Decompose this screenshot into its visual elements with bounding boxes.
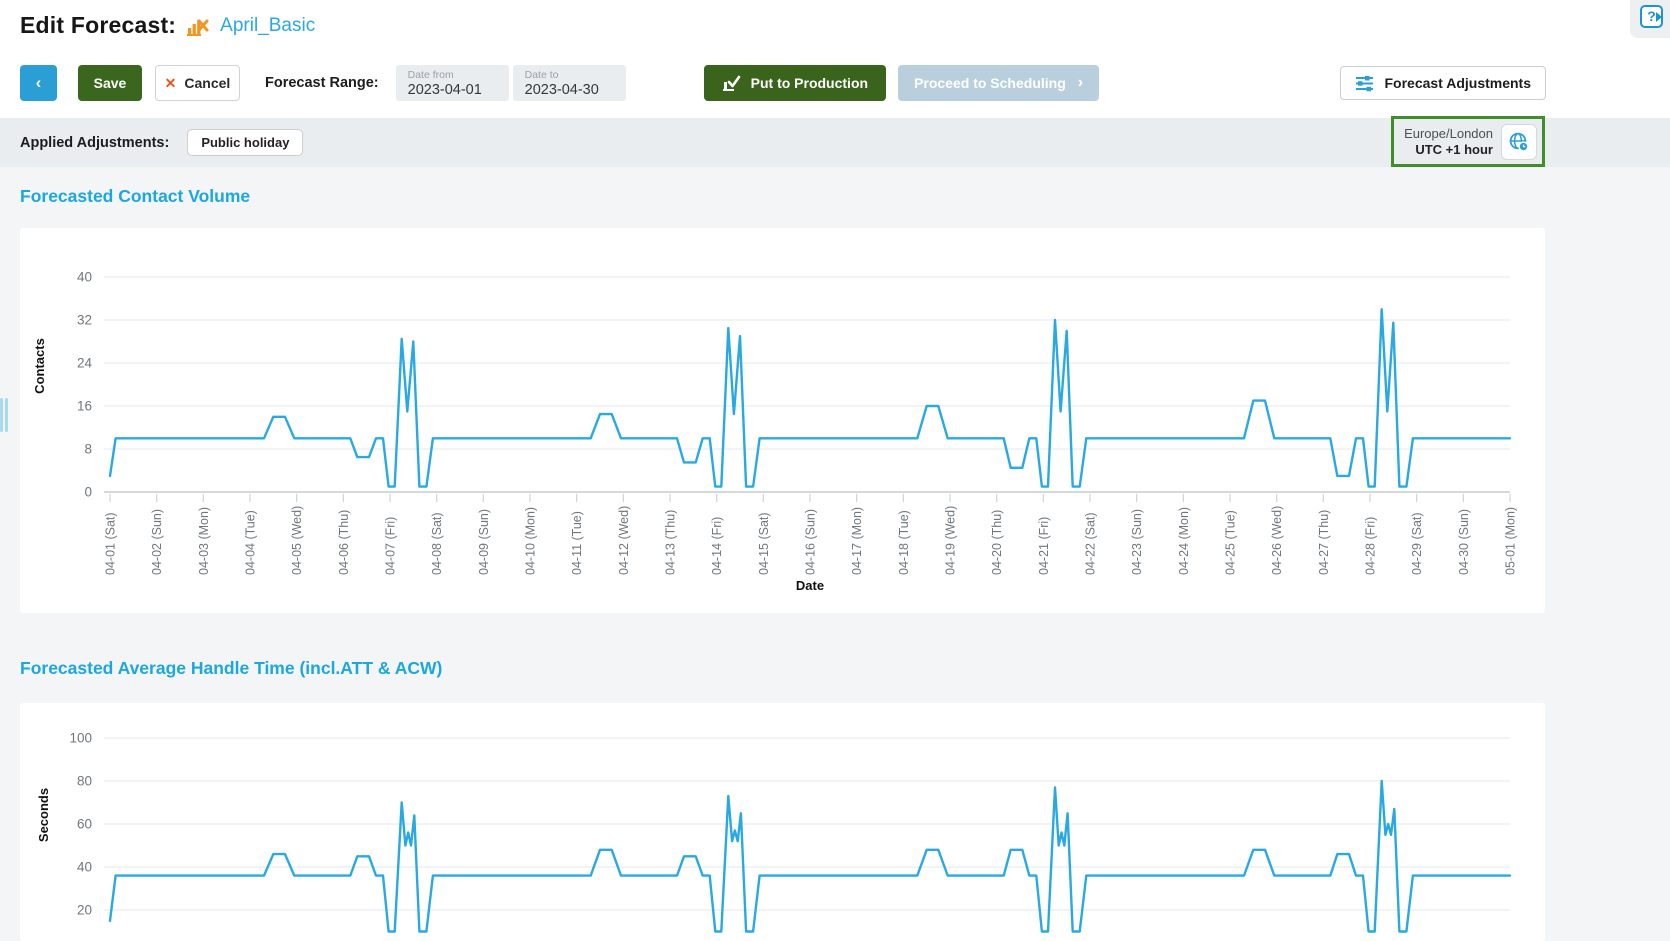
- x-tick-label: 04-18 (Tue): [897, 510, 911, 575]
- help-button[interactable]: ?: [1640, 5, 1663, 28]
- x-tick-label: 04-26 (Wed): [1270, 506, 1284, 575]
- y-tick-label: 0: [84, 485, 92, 500]
- put-to-production-button[interactable]: Put to Production: [704, 65, 886, 101]
- section-title-handle-time: Forecasted Average Handle Time (incl.ATT…: [20, 658, 442, 679]
- y-tick-label: 24: [77, 356, 93, 371]
- put-to-production-label: Put to Production: [751, 75, 868, 91]
- toolbar: ‹ Save ✕ Cancel Forecast Range: Date fro…: [20, 65, 1099, 101]
- y-axis-title: Contacts: [32, 338, 47, 394]
- x-axis-title: Date: [796, 578, 824, 593]
- timezone-box: Europe/London UTC +1 hour: [1391, 116, 1545, 167]
- x-tick-label: 04-22 (Sat): [1084, 512, 1098, 575]
- timezone-globe-button[interactable]: [1501, 124, 1537, 160]
- date-from-field[interactable]: Date from 2023-04-01: [396, 65, 509, 101]
- forecast-range-label: Forecast Range:: [265, 75, 379, 91]
- x-tick-label: 04-29 (Sat): [1410, 512, 1424, 575]
- timezone-offset: UTC +1 hour: [1404, 142, 1493, 158]
- x-tick-label: 04-30 (Sun): [1457, 509, 1471, 575]
- help-panel: ?: [1630, 0, 1670, 38]
- handle-time-chart-panel: 100 80 60 40 20 Seconds: [20, 703, 1545, 941]
- x-tick-label: 04-05 (Wed): [290, 506, 304, 575]
- timezone-zone: Europe/London: [1404, 126, 1493, 142]
- forecast-name[interactable]: April_Basic: [220, 15, 315, 37]
- y-tick-label: 32: [77, 313, 92, 328]
- cancel-button[interactable]: ✕ Cancel: [155, 65, 240, 101]
- proceed-to-scheduling-label: Proceed to Scheduling: [914, 75, 1066, 91]
- x-tick-label: 04-08 (Sat): [430, 512, 444, 575]
- x-tick-label: 04-13 (Thu): [664, 510, 678, 575]
- x-tick-label: 04-23 (Sun): [1130, 509, 1144, 575]
- x-tick-label: 04-01 (Sat): [104, 512, 118, 575]
- y-tick-label: 20: [77, 903, 92, 918]
- x-tick-label: 04-12 (Wed): [617, 506, 631, 575]
- y-tick-label: 16: [77, 399, 92, 414]
- x-tick-label: 04-24 (Mon): [1177, 507, 1191, 575]
- side-drag-handle[interactable]: [0, 398, 9, 432]
- y-tick-label: 100: [69, 731, 92, 746]
- x-tick-label: 04-06 (Thu): [337, 510, 351, 575]
- y-axis-title: Seconds: [36, 788, 51, 842]
- date-to-label: Date to: [525, 69, 626, 81]
- y-tick-label: 80: [77, 774, 92, 789]
- forecast-adjustments-label: Forecast Adjustments: [1384, 75, 1531, 91]
- date-to-field[interactable]: Date to 2023-04-30: [513, 65, 626, 101]
- sliders-icon: [1355, 74, 1374, 92]
- x-tick-label: 04-21 (Fri): [1037, 517, 1051, 575]
- x-tick-label: 04-25 (Tue): [1224, 510, 1238, 575]
- forecast-line: [110, 309, 1510, 486]
- x-tick-label: 04-03 (Mon): [197, 507, 211, 575]
- handle-time-chart: 100 80 60 40 20 Seconds: [20, 703, 1545, 939]
- x-tick-label: 04-28 (Fri): [1364, 517, 1378, 575]
- x-tick-label: 04-04 (Tue): [244, 510, 258, 575]
- x-tick-label: 04-16 (Sun): [804, 509, 818, 575]
- y-tick-label: 8: [84, 442, 92, 457]
- x-tick-label: 04-14 (Fri): [710, 517, 724, 575]
- y-tick-label: 40: [77, 270, 92, 285]
- back-button[interactable]: ‹: [20, 65, 57, 101]
- contact-volume-chart-panel: 40 32 24 16 8 0 Contacts 04-01 (Sat) 04-02 (Sun)…: [20, 228, 1545, 613]
- forecast-adjustments-button[interactable]: Forecast Adjustments: [1340, 66, 1546, 100]
- contact-volume-chart: 40 32 24 16 8 0 Contacts 04-01 (Sat) 04-02 (Sun)…: [20, 228, 1545, 611]
- x-tick-label: 05-01 (Mon): [1504, 507, 1518, 575]
- back-chevron-icon: ‹: [36, 73, 42, 93]
- cancel-label: Cancel: [184, 75, 230, 91]
- date-from-value: 2023-04-01: [408, 82, 482, 98]
- chevron-right-icon: ›: [1078, 74, 1083, 92]
- x-tick-label: 04-09 (Sun): [477, 509, 491, 575]
- page-title: Edit Forecast:: [20, 12, 176, 39]
- x-tick-label: 04-11 (Tue): [570, 511, 584, 575]
- globe-clock-icon: [1508, 131, 1530, 153]
- x-tick-label: 04-02 (Sun): [150, 509, 164, 575]
- production-chart-check-icon: [722, 74, 741, 92]
- y-tick-label: 40: [77, 860, 92, 875]
- x-tick-label: 04-15 (Sat): [757, 512, 771, 575]
- y-tick-label: 60: [77, 817, 92, 832]
- date-from-label: Date from: [408, 69, 509, 81]
- save-button[interactable]: Save: [78, 65, 142, 101]
- proceed-to-scheduling-button[interactable]: Proceed to Scheduling ›: [898, 65, 1099, 101]
- adjustment-chip-public-holiday[interactable]: Public holiday: [187, 129, 303, 156]
- cancel-x-icon: ✕: [165, 75, 177, 92]
- x-tick-label: 04-10 (Mon): [524, 507, 538, 575]
- x-tick-label: 04-07 (Fri): [384, 517, 398, 575]
- x-tick-label: 04-17 (Mon): [850, 507, 864, 575]
- x-tick-label: 04-27 (Thu): [1317, 510, 1331, 575]
- x-tick-label: 04-20 (Thu): [990, 510, 1004, 575]
- x-tick-label: 04-19 (Wed): [944, 506, 958, 575]
- forecast-chart-icon: [186, 15, 210, 37]
- date-to-value: 2023-04-30: [525, 82, 599, 98]
- applied-adjustments-label: Applied Adjustments:: [20, 135, 169, 151]
- section-title-contact-volume: Forecasted Contact Volume: [20, 186, 250, 207]
- forecast-line: [110, 781, 1510, 932]
